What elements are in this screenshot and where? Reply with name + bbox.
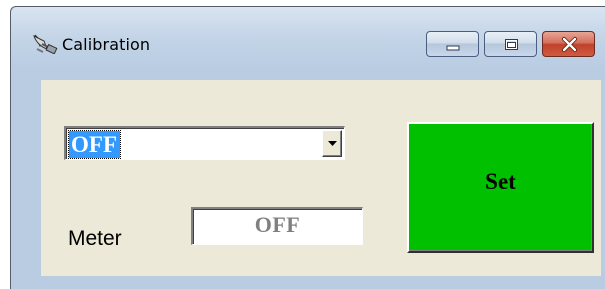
set-button[interactable]: Set: [407, 122, 594, 253]
mode-select-dropdown-button[interactable]: [322, 130, 342, 157]
window-title: Calibration: [62, 35, 151, 54]
close-button[interactable]: [542, 31, 595, 57]
meter-label: Meter: [68, 227, 122, 250]
satellite-dish-icon: [32, 32, 58, 55]
calibration-window: Calibration OFF Meter OFF Set: [10, 6, 605, 289]
maximize-button[interactable]: [484, 31, 537, 57]
client-area: OFF Meter OFF Set: [41, 80, 601, 276]
set-button-label: Set: [485, 169, 516, 194]
mode-select-value: OFF: [68, 130, 121, 159]
chevron-down-icon: [328, 141, 337, 146]
mode-select[interactable]: OFF: [64, 126, 345, 160]
meter-display: OFF: [191, 207, 363, 245]
minimize-button[interactable]: [426, 31, 479, 57]
title-bar[interactable]: Calibration: [11, 7, 605, 73]
meter-value: OFF: [254, 212, 301, 237]
